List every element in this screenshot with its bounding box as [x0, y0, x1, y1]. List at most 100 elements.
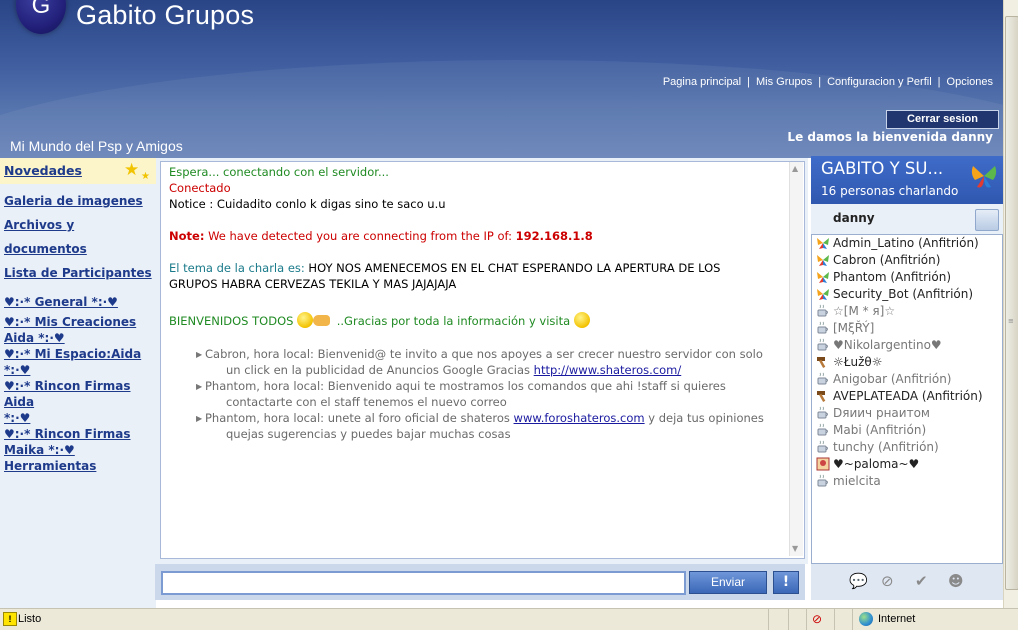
nav-mis-grupos[interactable]: Mis Grupos: [756, 76, 812, 88]
check-icon[interactable]: ✔: [915, 572, 928, 590]
send-button[interactable]: Enviar: [689, 571, 767, 594]
scroll-down-icon[interactable]: ▼: [792, 544, 798, 553]
message-input[interactable]: [161, 571, 686, 595]
tongue-smiley-icon: [297, 312, 314, 328]
user-item[interactable]: Dяиич рнаитом: [816, 405, 1000, 422]
msn-butterfly-icon: [971, 166, 997, 188]
user-name: ♥Nikolargentino♥: [833, 338, 942, 352]
nav-separator: |: [937, 76, 941, 88]
user-item[interactable]: ☆[M * я]☆: [816, 303, 1000, 320]
user-name: AVEPLATEADA (Anfitrión): [833, 389, 983, 403]
user-item[interactable]: ♥Nikolargentino♥: [816, 337, 1000, 354]
scroll-grip-icon: ≡: [1008, 317, 1014, 325]
user-item[interactable]: AVEPLATEADA (Anfitrión): [816, 388, 1000, 405]
user-name: Admin_Latino (Anfitrión): [833, 236, 979, 250]
user-name: mielcita: [833, 474, 881, 488]
user-name: [MξŘÝ]: [833, 321, 875, 335]
sidebar-item-mi-espacio-2[interactable]: *:·♥: [0, 362, 156, 378]
user-name: ♥~paloma~♥: [833, 457, 920, 471]
status-divider: [806, 609, 807, 630]
welcome-right: ..Gracias por toda la información y visi…: [336, 314, 571, 328]
user-name: Dяиич рнаитом: [833, 406, 930, 420]
coffee-cup-icon: [817, 474, 828, 487]
star-icon: ★: [124, 160, 140, 180]
user-name: ☆[M * я]☆: [833, 304, 896, 318]
sidebar-item-rincon-maika[interactable]: ♥:·* Rincon Firmas: [0, 426, 156, 442]
message-line-1: Cabron, hora local: Bienvenid@ te invito…: [205, 347, 763, 361]
nav-pagina-principal[interactable]: Pagina principal: [663, 76, 741, 88]
topic-text-1: HOY NOS AMENECEMOS EN EL CHAT ESPERANDO …: [308, 261, 721, 275]
warning-icon: !: [3, 612, 17, 626]
room-count: 16 personas charlando: [821, 184, 959, 198]
sidebar-item-mis-creaciones[interactable]: ♥:·* Mis Creaciones: [0, 314, 156, 330]
welcome-text: Le damos la bienvenida danny: [787, 130, 993, 144]
message-line-2: quejas sugerencias y puedes bajar muchas…: [226, 427, 511, 441]
message-line-1: Phantom, hora local: Bienvenido aqui te …: [205, 379, 726, 393]
profile-icon[interactable]: ☻: [948, 572, 964, 590]
shateros-link[interactable]: http://www.shateros.com/: [534, 363, 682, 377]
user-item[interactable]: Cabron (Anfitrión): [816, 252, 1000, 269]
coffee-cup-icon: [817, 440, 828, 453]
status-divider: [768, 609, 769, 630]
window-scrollbar[interactable]: ≡: [1003, 0, 1018, 608]
sidebar-item-rincon-aida-2[interactable]: *:·♥: [0, 410, 156, 426]
sidebar-item-mis-creaciones-2[interactable]: Aida *:·♥: [0, 330, 156, 346]
alert-button[interactable]: !: [773, 571, 799, 594]
privacy-icon[interactable]: ⊘: [812, 612, 828, 626]
chat-scrollbar[interactable]: ▲ ▼: [789, 162, 803, 556]
sidebar-item-participantes[interactable]: Lista de Participantes: [0, 261, 156, 285]
sidebar-item-herramientas[interactable]: Herramientas: [0, 458, 156, 474]
nav-configuracion[interactable]: Configuracion y Perfil: [827, 76, 932, 88]
status-divider: [852, 609, 853, 630]
current-user-row: danny: [811, 204, 1003, 234]
user-item[interactable]: mielcita: [816, 473, 1000, 490]
user-name: tunchy (Anfitrión): [833, 440, 939, 454]
zone-text: Internet: [878, 613, 916, 625]
tongue-smiley-icon: [573, 312, 590, 328]
whisper-icon[interactable]: 💬: [849, 572, 868, 590]
message-text: Phantom, hora local: unete al foro ofici…: [205, 411, 514, 425]
nav-separator: |: [818, 76, 822, 88]
msn-butterfly-icon: [817, 272, 829, 283]
user-item[interactable]: ♥~paloma~♥: [816, 456, 1000, 473]
group-name: Mi Mundo del Psp y Amigos: [10, 138, 183, 154]
status-divider: [834, 609, 835, 630]
sidebar-item-mi-espacio[interactable]: ♥:·* Mi Espacio:Aida: [0, 346, 156, 362]
foroshateros-link[interactable]: www.foroshateros.com: [514, 411, 645, 425]
user-status-icon[interactable]: [975, 209, 999, 231]
user-name: Mabi (Anfitrión): [833, 423, 927, 437]
user-item[interactable]: Security_Bot (Anfitrión): [816, 286, 1000, 303]
coffee-cup-icon: [817, 321, 828, 334]
message-text: y deja tus opiniones: [644, 411, 764, 425]
sidebar-item-archivos[interactable]: Archivos y documentos: [0, 213, 156, 261]
user-item[interactable]: ☼Łužθ☼: [816, 354, 1000, 371]
thumbs-up-icon: [313, 315, 331, 326]
msn-butterfly-icon: [817, 289, 829, 300]
note-line: Note: We have detected you are connectin…: [169, 229, 593, 243]
user-item[interactable]: Admin_Latino (Anfitrión): [816, 235, 1000, 252]
user-name: Cabron (Anfitrión): [833, 253, 941, 267]
msn-butterfly-icon: [817, 255, 829, 266]
sidebar-item-galeria[interactable]: Galeria de imagenes: [0, 189, 156, 213]
user-item[interactable]: [MξŘÝ]: [816, 320, 1000, 337]
coffee-cup-icon: [817, 372, 828, 385]
chat-message: ▶ Phantom, hora local: unete al foro ofi…: [196, 410, 765, 442]
user-name: Security_Bot (Anfitrión): [833, 287, 974, 301]
user-item[interactable]: Phantom (Anfitrión): [816, 269, 1000, 286]
scroll-up-icon[interactable]: ▲: [792, 164, 798, 173]
user-item[interactable]: tunchy (Anfitrión): [816, 439, 1000, 456]
nav-opciones[interactable]: Opciones: [947, 76, 993, 88]
sidebar-item-rincon-maika-2[interactable]: Maika *:·♥: [0, 442, 156, 458]
logout-button[interactable]: Cerrar sesion: [886, 110, 999, 129]
note-label: Note:: [169, 229, 205, 243]
user-item[interactable]: Mabi (Anfitrión): [816, 422, 1000, 439]
window-scrollbar-thumb[interactable]: [1005, 16, 1018, 590]
user-item[interactable]: Anigobar (Anfitrión): [816, 371, 1000, 388]
status-text: Listo: [18, 613, 42, 625]
status-divider: [788, 609, 789, 630]
bullet-arrow-icon: ▶: [196, 350, 203, 359]
sidebar-item-rincon-aida[interactable]: ♥:·* Rincon Firmas Aida: [0, 378, 156, 410]
ignore-icon[interactable]: ⊘: [881, 572, 894, 590]
chat-message: ▶ Cabron, hora local: Bienvenid@ te invi…: [196, 346, 765, 378]
sidebar-item-general[interactable]: ♥:·* General *:·♥: [0, 290, 156, 314]
